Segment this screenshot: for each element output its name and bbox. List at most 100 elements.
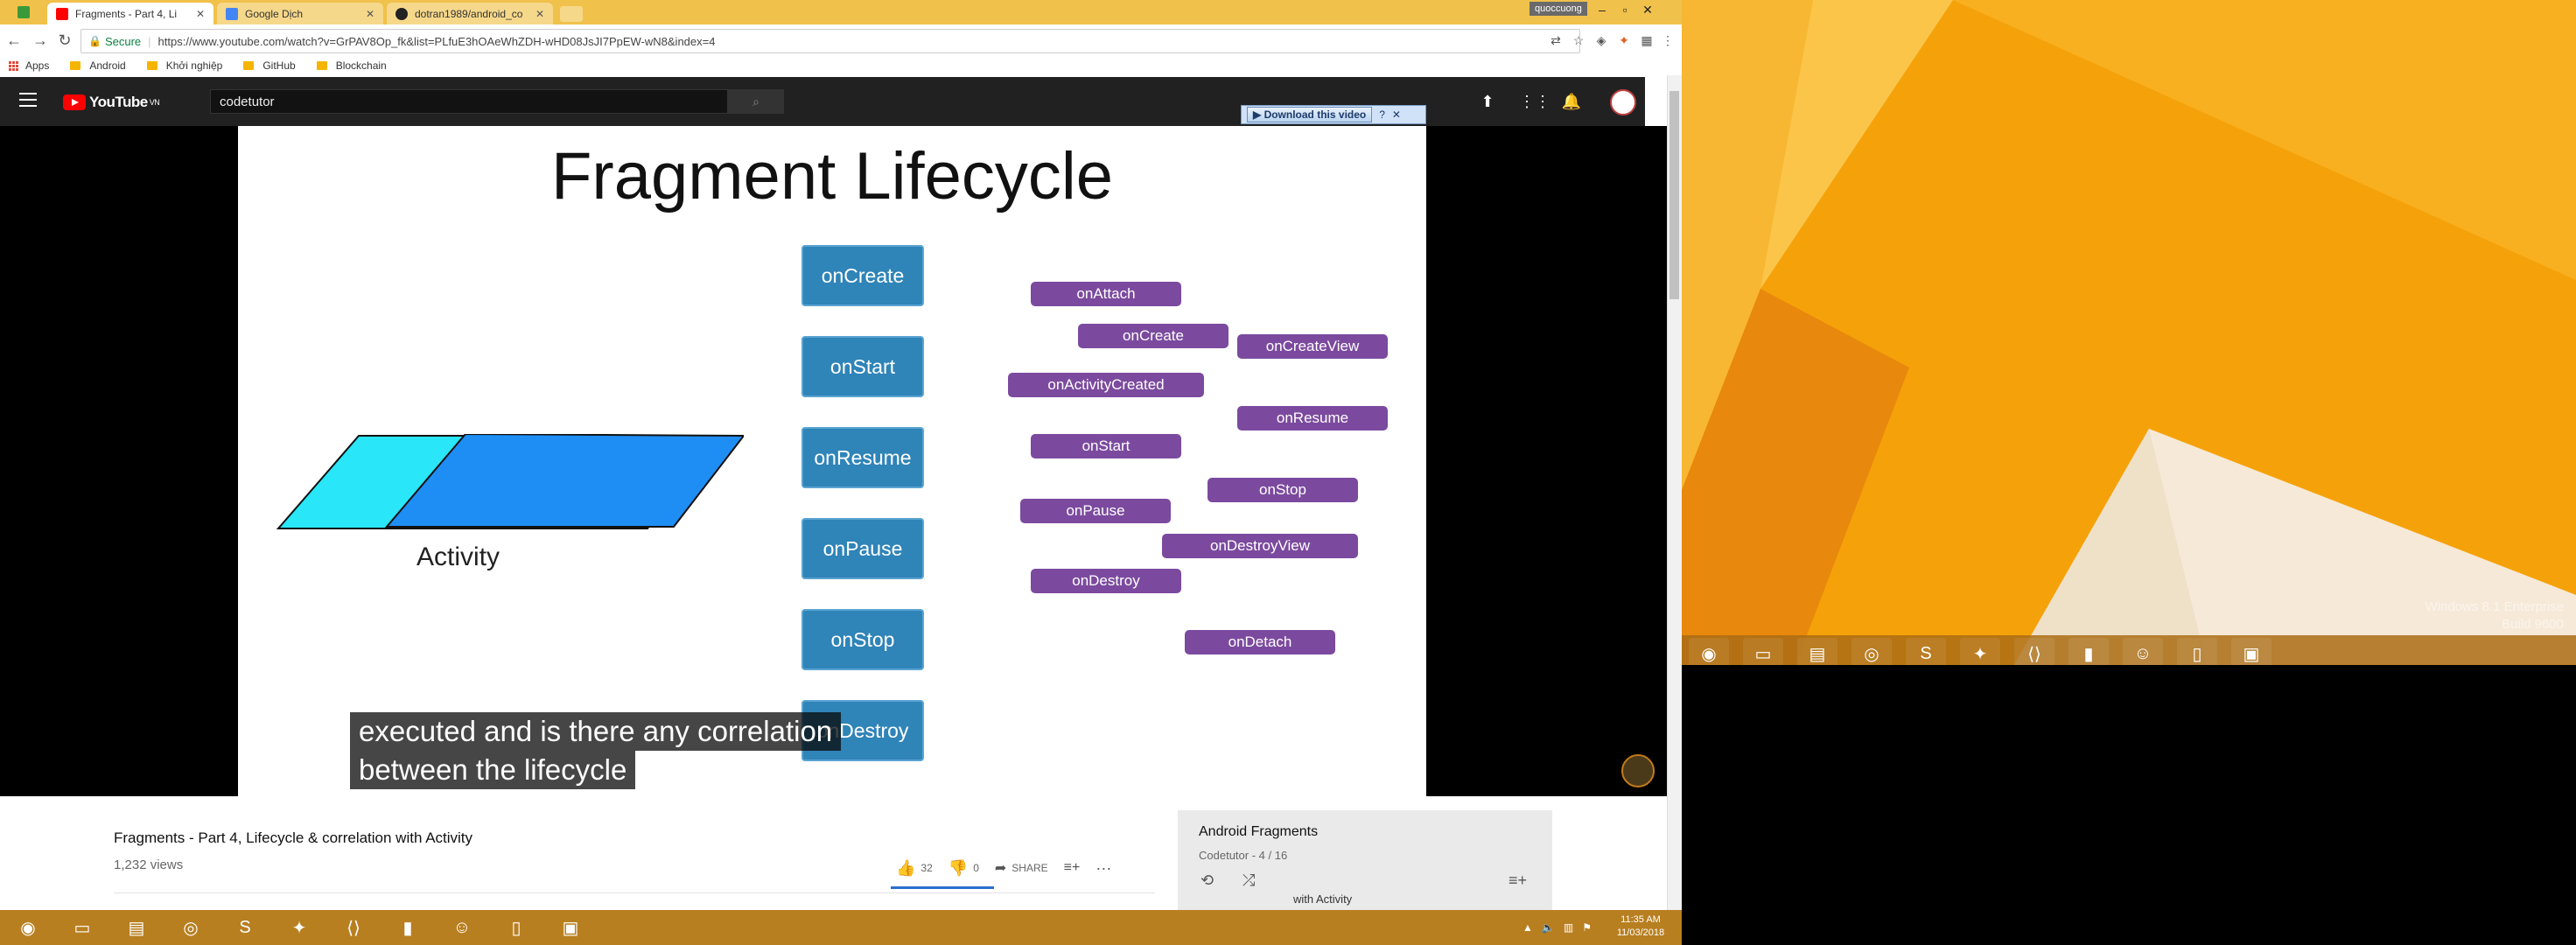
download-video-button[interactable]: ▶ Download this video xyxy=(1247,107,1373,122)
avatar[interactable] xyxy=(1610,89,1636,116)
slide-title: Fragment Lifecycle xyxy=(550,139,1114,214)
window-user-badge: quoccuong xyxy=(1530,2,1587,16)
add-to-playlist-button[interactable]: ≡+ xyxy=(1064,860,1081,876)
android-studio-icon[interactable]: ▤ xyxy=(112,912,161,943)
vscode-icon[interactable]: ⟨⟩ xyxy=(329,912,378,943)
bookmarks-bar: Apps Android Khởi nghiệp GitHub Blockcha… xyxy=(0,56,1682,75)
url-text[interactable]: https://www.youtube.com/watch?v=GrPAV8Op… xyxy=(158,35,716,48)
tab-title: dotran1989/android_co xyxy=(415,7,523,20)
tab-github[interactable]: dotran1989/android_co ✕ xyxy=(387,3,553,24)
shuffle-icon[interactable]: ⤮ xyxy=(1242,872,1255,890)
playlist-item[interactable]: with Activity xyxy=(1293,892,1352,906)
caption-line-1: executed and is there any correlation xyxy=(350,712,842,751)
activity-label: Activity xyxy=(416,542,500,571)
bookmark-github[interactable]: GitHub xyxy=(243,60,296,72)
tab-strip: Fragments - Part 4, Li ✕ Google Dịch ✕ d… xyxy=(0,0,1682,24)
fragment-oncreate-pill: onCreate xyxy=(1078,324,1228,348)
folder-icon xyxy=(146,61,158,70)
menu-kebab-icon[interactable]: ⋮ xyxy=(1659,32,1676,49)
bookmark-label: GitHub xyxy=(262,60,296,72)
tab-close-icon[interactable]: ✕ xyxy=(189,8,205,20)
back-arrow-icon[interactable]: ← xyxy=(4,30,24,51)
share-button[interactable]: ➦ SHARE xyxy=(995,859,1048,877)
close-download-icon[interactable]: ✕ xyxy=(1392,108,1401,121)
new-tab-button[interactable] xyxy=(560,6,583,22)
network-icon[interactable]: ▥ xyxy=(1564,921,1573,934)
bookmark-android[interactable]: Android xyxy=(70,60,126,72)
tab-close-icon[interactable]: ✕ xyxy=(528,8,544,20)
upload-icon[interactable]: ⬆ xyxy=(1477,91,1498,112)
thumbs-up-icon: 👍 xyxy=(896,858,916,877)
profile-icon[interactable] xyxy=(18,6,30,18)
close-window-icon[interactable]: ✕ xyxy=(1636,0,1659,19)
youtube-favicon-icon xyxy=(56,7,68,20)
tab-close-icon[interactable]: ✕ xyxy=(359,8,374,20)
view-count: 1,232 views xyxy=(114,858,184,872)
bookmark-blockchain[interactable]: Blockchain xyxy=(316,60,387,72)
secure-label: Secure xyxy=(104,34,142,48)
desktop-wallpaper xyxy=(1682,0,2576,665)
tool-icon[interactable]: ✦ xyxy=(275,912,324,943)
search-button[interactable]: ⌕ xyxy=(728,89,784,114)
chrome-icon[interactable]: ◎ xyxy=(166,912,215,943)
image-app-icon[interactable]: ▣ xyxy=(546,912,595,943)
dislike-button[interactable]: 👎 0 xyxy=(948,859,979,878)
tab-google-translate[interactable]: Google Dịch ✕ xyxy=(217,3,383,24)
playlist-title[interactable]: Android Fragments xyxy=(1199,824,1318,840)
forward-arrow-icon[interactable]: → xyxy=(30,30,51,51)
bookmark-label: Blockchain xyxy=(335,60,387,72)
minimize-icon[interactable]: – xyxy=(1591,0,1614,19)
reload-icon[interactable]: ↻ xyxy=(54,30,75,51)
windows-taskbar: ◉ ▭ ▤ ◎ S ✦ ⟨⟩ ▮ ☺ ▯ ▣ xyxy=(0,910,1682,945)
extension-icon-3[interactable]: ▦ xyxy=(1638,32,1656,49)
explorer-icon[interactable]: ▭ xyxy=(58,912,107,943)
tray-arrow-icon[interactable]: ▲ xyxy=(1522,921,1533,934)
apps-icon[interactable]: ⋮⋮ xyxy=(1519,91,1550,112)
video-title: Fragments - Part 4, Lifecycle & correlat… xyxy=(114,830,473,846)
tab-youtube[interactable]: Fragments - Part 4, Li ✕ xyxy=(47,3,214,24)
download-video-label: Download this video xyxy=(1264,108,1367,121)
volume-icon[interactable]: 🔈 xyxy=(1542,921,1555,934)
more-horizontal-icon: ··· xyxy=(1096,858,1112,877)
help-icon[interactable]: ? xyxy=(1379,108,1385,121)
search-input[interactable] xyxy=(210,89,728,114)
taskbar-clock[interactable]: 11:35 AM 11/03/2018 xyxy=(1610,914,1671,940)
closed-captions: executed and is there any correlation be… xyxy=(350,712,858,789)
app-icon[interactable]: ☺ xyxy=(438,912,486,943)
extension-icon-2[interactable]: ✦ xyxy=(1615,32,1633,49)
lock-icon: 🔒 xyxy=(88,35,102,47)
wallpaper-shard-4 xyxy=(1953,0,2576,280)
bookmark-label: Khởi nghiệp xyxy=(165,60,223,72)
like-ratio-bar xyxy=(891,886,994,889)
bookmark-khoi-nghiep[interactable]: Khởi nghiệp xyxy=(146,60,223,72)
caption-line-2: between the lifecycle xyxy=(350,751,636,789)
scrollbar-thumb[interactable] xyxy=(1670,91,1679,299)
more-actions-button[interactable]: ··· xyxy=(1096,859,1111,878)
address-bar[interactable]: 🔒 Secure | https://www.youtube.com/watch… xyxy=(80,29,1580,53)
tab-title: Google Dịch xyxy=(245,7,304,20)
skype-icon[interactable]: S xyxy=(220,912,270,943)
fragment-onresume-pill: onResume xyxy=(1237,406,1388,430)
bookmark-star-icon[interactable]: ☆ xyxy=(1570,32,1587,49)
hamburger-menu-icon[interactable] xyxy=(19,93,37,107)
maximize-icon[interactable]: ▫ xyxy=(1614,0,1636,19)
fragment-onattach-pill: onAttach xyxy=(1031,282,1181,306)
terminal-icon[interactable]: ▮ xyxy=(383,912,432,943)
flag-icon[interactable]: ⚑ xyxy=(1582,921,1592,934)
youtube-logo[interactable]: YouTube VN xyxy=(63,93,160,112)
watermark-line-2: Build 9600 xyxy=(2502,617,2564,632)
fragment-oncreateview-pill: onCreateView xyxy=(1237,334,1388,359)
loop-icon[interactable]: ⟲ xyxy=(1200,872,1214,890)
fragment-ondetach-pill: onDetach xyxy=(1185,630,1335,654)
bookmark-apps[interactable]: Apps xyxy=(9,60,49,72)
extension-icon[interactable]: ◈ xyxy=(1592,32,1610,49)
clock-time: 11:35 AM xyxy=(1620,914,1661,925)
notifications-bell-icon[interactable]: 🔔 xyxy=(1561,91,1582,112)
start-orb-icon[interactable]: ◉ xyxy=(4,912,52,943)
wallpaper-shapes xyxy=(1682,0,2576,665)
battery-app-icon[interactable]: ▯ xyxy=(492,912,541,943)
translate-icon[interactable]: ⇄ xyxy=(1547,32,1564,49)
save-playlist-icon[interactable]: ≡+ xyxy=(1508,872,1527,890)
channel-watermark-icon[interactable] xyxy=(1621,754,1655,788)
like-button[interactable]: 👍 32 xyxy=(896,859,933,878)
